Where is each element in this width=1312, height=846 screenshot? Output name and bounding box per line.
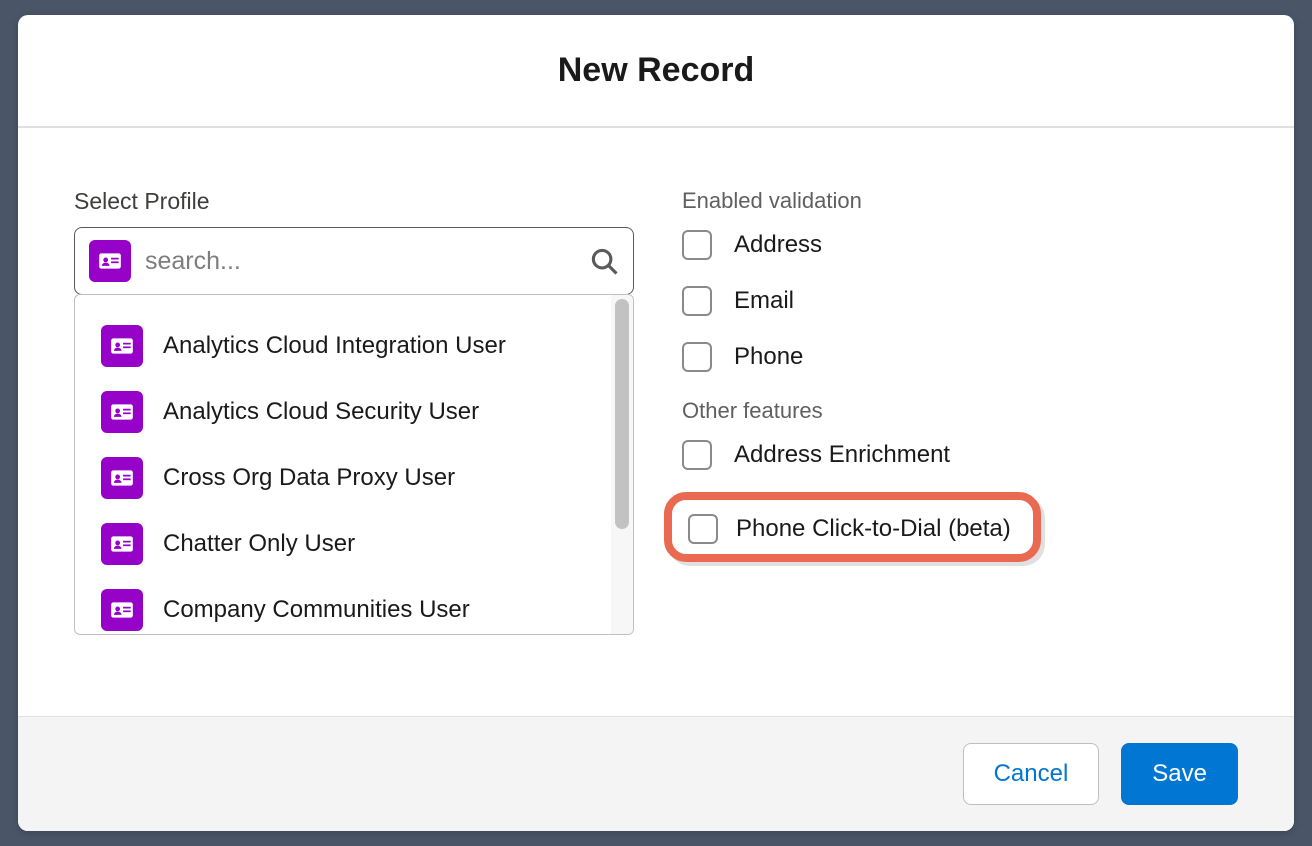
profile-search-field[interactable] (74, 227, 634, 295)
profile-option[interactable]: Company Communities User (75, 577, 611, 634)
checkbox-phone-click-to-dial-label: Phone Click-to-Dial (beta) (736, 515, 1011, 543)
contact-card-icon (101, 523, 143, 565)
checkbox-email[interactable] (682, 286, 712, 316)
modal-header: New Record (18, 15, 1294, 128)
search-icon[interactable] (589, 246, 619, 276)
validation-phone-row[interactable]: Phone (682, 342, 1238, 372)
checkbox-phone[interactable] (682, 342, 712, 372)
profile-option[interactable]: Analytics Cloud Integration User (75, 313, 611, 379)
profile-option-label: Chatter Only User (163, 530, 355, 558)
checkbox-address[interactable] (682, 230, 712, 260)
checkbox-phone-click-to-dial[interactable] (688, 514, 718, 544)
checkbox-address-enrichment[interactable] (682, 440, 712, 470)
validation-email-row[interactable]: Email (682, 286, 1238, 316)
contact-card-icon (101, 457, 143, 499)
right-column: Enabled validation Address Email Phone O… (682, 188, 1238, 676)
profile-option-label: Analytics Cloud Security User (163, 398, 479, 426)
contact-card-icon (101, 391, 143, 433)
profile-dropdown: Analytics Cloud Integration User Analyti… (74, 294, 634, 635)
feature-address-enrichment-row[interactable]: Address Enrichment (682, 440, 1238, 470)
contact-card-icon (101, 325, 143, 367)
checkbox-email-label: Email (734, 287, 794, 315)
profile-option[interactable]: Analytics Cloud Security User (75, 379, 611, 445)
dropdown-scrollbar[interactable] (611, 295, 633, 634)
scrollbar-thumb[interactable] (615, 299, 629, 529)
new-record-modal: New Record Select Profile Analytics Clou… (18, 15, 1294, 831)
checkbox-address-label: Address (734, 231, 822, 259)
modal-body: Select Profile Analytics Cloud Integrati… (18, 128, 1294, 716)
profile-search-input[interactable] (131, 247, 589, 276)
feature-phone-click-to-dial-highlight: Phone Click-to-Dial (beta) (664, 492, 1041, 562)
contact-card-icon (89, 240, 131, 282)
checkbox-phone-label: Phone (734, 343, 803, 371)
enabled-validation-label: Enabled validation (682, 188, 1238, 214)
profile-option-label: Cross Org Data Proxy User (163, 464, 455, 492)
select-profile-label: Select Profile (74, 188, 634, 215)
profile-dropdown-list[interactable]: Analytics Cloud Integration User Analyti… (75, 295, 611, 634)
other-features-label: Other features (682, 398, 1238, 424)
profile-option[interactable]: Cross Org Data Proxy User (75, 445, 611, 511)
checkbox-address-enrichment-label: Address Enrichment (734, 441, 950, 469)
profile-option-label: Analytics Cloud Integration User (163, 332, 506, 360)
cancel-button[interactable]: Cancel (963, 743, 1100, 805)
validation-address-row[interactable]: Address (682, 230, 1238, 260)
modal-title: New Record (42, 51, 1270, 90)
contact-card-icon (101, 589, 143, 631)
profile-option[interactable]: Chatter Only User (75, 511, 611, 577)
other-features-section: Other features Address Enrichment Phone … (682, 398, 1238, 562)
modal-footer: Cancel Save (18, 716, 1294, 831)
save-button[interactable]: Save (1121, 743, 1238, 805)
select-profile-section: Select Profile Analytics Cloud Integrati… (74, 188, 634, 676)
profile-option-label: Company Communities User (163, 596, 470, 624)
